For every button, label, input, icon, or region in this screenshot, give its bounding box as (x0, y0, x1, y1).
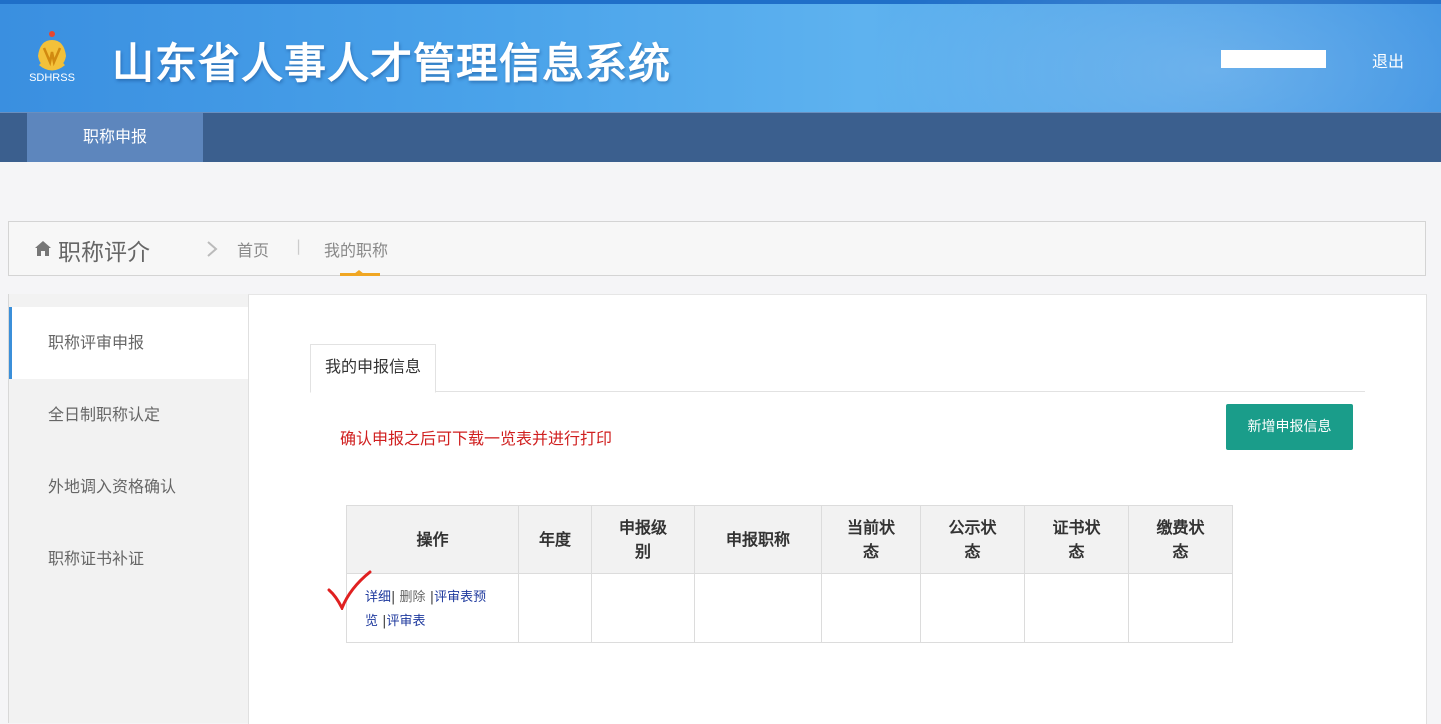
col-header-year: 年度 (519, 506, 592, 574)
cell-current-status (822, 574, 921, 643)
main-nav: 职称申报 (0, 112, 1441, 162)
nav-tab-title-application[interactable]: 职称申报 (27, 113, 203, 162)
tab-my-applications[interactable]: 我的申报信息 (310, 344, 436, 393)
col-header-level: 申报级别 (592, 506, 695, 574)
breadcrumb-my-title-link[interactable]: 我的职称 (324, 237, 388, 261)
col-header-certificate-status: 证书状态 (1025, 506, 1129, 574)
checkmark-annotation-icon (326, 570, 374, 610)
logo-emblem-icon (26, 28, 78, 74)
breadcrumb-home-link[interactable]: 首页 (237, 237, 269, 261)
username-redacted (1221, 50, 1326, 68)
review-form-link[interactable]: 评审表 (387, 614, 426, 629)
section-title: 职称评介 (58, 233, 150, 267)
applications-table: 操作 年度 申报级别 申报职称 当前状态 公示状态 证书状态 缴费状态 详细| … (346, 505, 1233, 643)
home-icon (34, 240, 52, 257)
logo: SDHRSS (26, 28, 78, 90)
main-panel: 我的申报信息 确认申报之后可下载一览表并进行打印 新增申报信息 操作 年度 申报… (248, 294, 1427, 724)
delete-link[interactable]: 删除 (400, 590, 426, 605)
breadcrumb-separator: | (296, 237, 301, 255)
cell-title (695, 574, 822, 643)
chevron-right-icon (206, 240, 218, 258)
col-header-title: 申报职称 (695, 506, 822, 574)
notice-text: 确认申报之后可下载一览表并进行打印 (340, 425, 612, 449)
col-header-publicity-status: 公示状态 (921, 506, 1025, 574)
sidebar-item-title-review[interactable]: 职称评审申报 (9, 307, 252, 379)
cell-year (519, 574, 592, 643)
cell-certificate-status (1025, 574, 1129, 643)
cell-payment-status (1129, 574, 1233, 643)
logout-link[interactable]: 退出 (1372, 48, 1404, 72)
app-header: SDHRSS 山东省人事人才管理信息系统 退出 (0, 0, 1441, 112)
header-sheen (861, 0, 1441, 112)
add-application-button[interactable]: 新增申报信息 (1226, 404, 1353, 450)
sidebar-item-transfer-confirmation[interactable]: 外地调入资格确认 (9, 451, 249, 523)
tab-strip: 我的申报信息 (310, 344, 1365, 392)
action-separator: | (391, 590, 395, 605)
sidebar-item-fulltime-recognition[interactable]: 全日制职称认定 (9, 379, 249, 451)
table-header-row: 操作 年度 申报级别 申报职称 当前状态 公示状态 证书状态 缴费状态 (347, 506, 1233, 574)
app-title: 山东省人事人才管理信息系统 (112, 30, 671, 91)
col-header-payment-status: 缴费状态 (1129, 506, 1233, 574)
table-row: 详细| 删除 |评审表预览 |评审表 (347, 574, 1233, 643)
cell-level (592, 574, 695, 643)
sidebar: 职称评审申报 全日制职称认定 外地调入资格确认 职称证书补证 (8, 294, 249, 723)
breadcrumb: 职称评介 首页 | 我的职称 (8, 221, 1426, 276)
breadcrumb-caret (354, 270, 364, 274)
sidebar-item-certificate-reissue[interactable]: 职称证书补证 (9, 523, 249, 595)
col-header-actions: 操作 (347, 506, 519, 574)
col-header-current-status: 当前状态 (822, 506, 921, 574)
logo-text: SDHRSS (26, 72, 78, 84)
cell-publicity-status (921, 574, 1025, 643)
